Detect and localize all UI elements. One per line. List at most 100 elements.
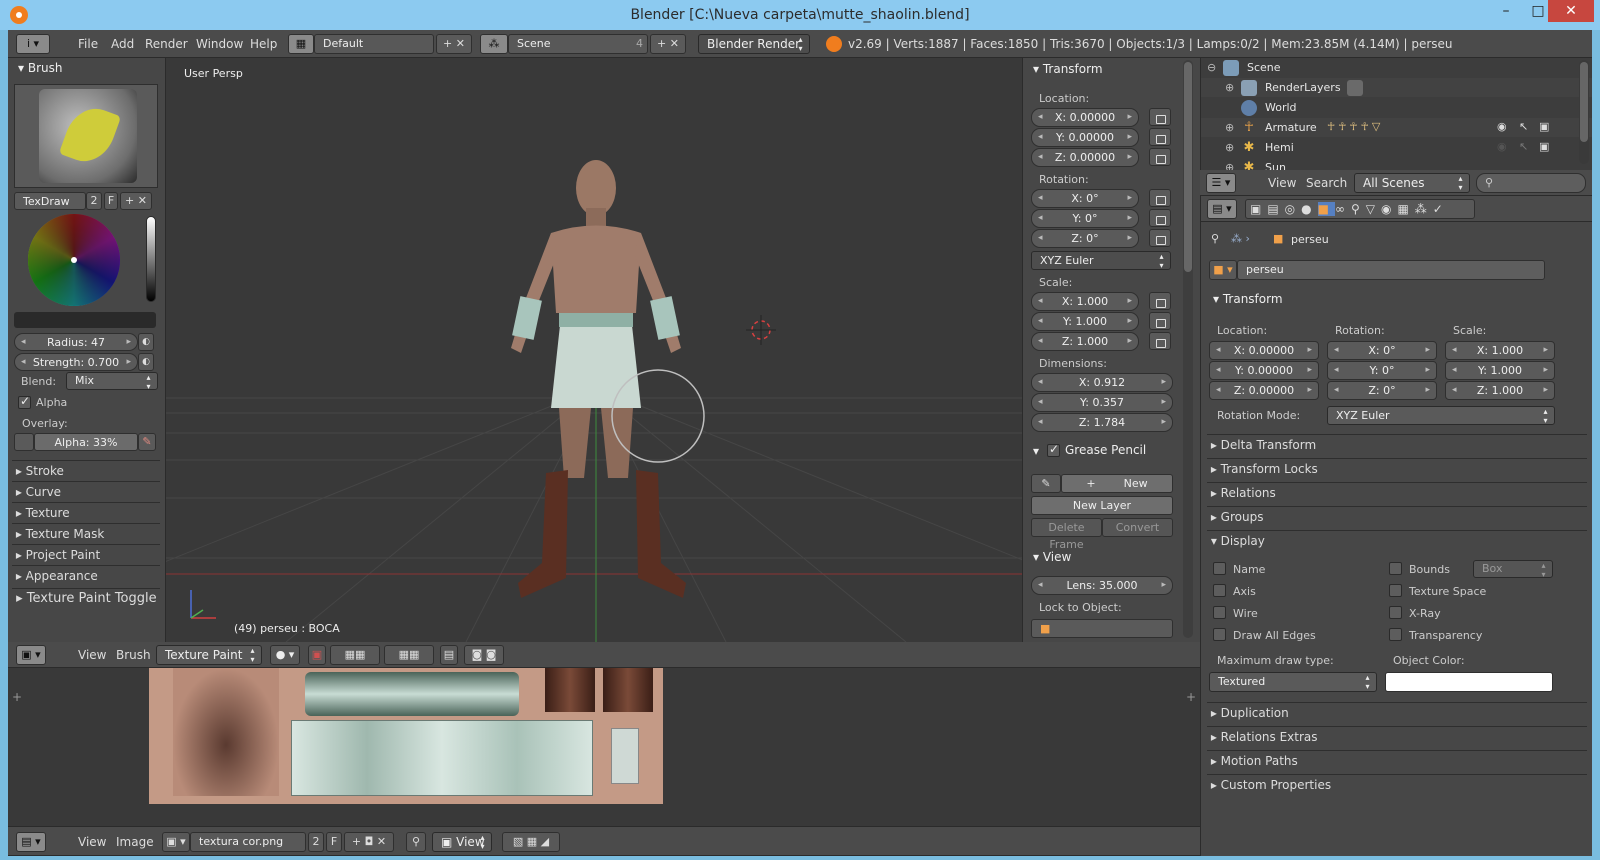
image-editor[interactable]: + + bbox=[8, 668, 1200, 826]
convert-button[interactable]: Convert bbox=[1102, 518, 1173, 537]
render-engine-dropdown[interactable]: Blender Render bbox=[698, 34, 810, 54]
value-slider[interactable] bbox=[146, 216, 156, 302]
image-right-expand-icon[interactable]: + bbox=[1186, 690, 1196, 704]
view3d-editor-type-button[interactable]: ▣ ▾ bbox=[16, 645, 46, 665]
hemi-visibility-icon[interactable]: ◉ bbox=[1497, 140, 1507, 153]
render-preview-icon[interactable]: ▤ bbox=[440, 645, 458, 665]
menu-render[interactable]: Render bbox=[145, 37, 188, 51]
image-menu-view[interactable]: View bbox=[78, 835, 106, 849]
image-editor-type-button[interactable]: ▤ ▾ bbox=[16, 832, 46, 852]
relations-section[interactable]: ▸ Relations bbox=[1207, 482, 1587, 502]
motion-paths-section[interactable]: ▸ Motion Paths bbox=[1207, 750, 1587, 770]
menu-file[interactable]: File bbox=[78, 37, 98, 51]
texture-mask-section[interactable]: ▸ Texture Mask bbox=[12, 523, 160, 543]
rotation-y-field[interactable]: Y: 0° bbox=[1327, 361, 1437, 380]
image-users-count[interactable]: 2 bbox=[308, 832, 324, 852]
properties-editor-type-button[interactable]: ▤ ▾ bbox=[1207, 199, 1237, 219]
layer-buttons-1[interactable]: ▦▦ bbox=[330, 645, 380, 665]
grease-new-button[interactable]: + New bbox=[1061, 474, 1173, 493]
hemi-select-icon[interactable]: ↖ bbox=[1519, 140, 1528, 153]
n-location-x-lock-icon[interactable] bbox=[1149, 108, 1171, 126]
display-xray-checkbox[interactable] bbox=[1389, 606, 1402, 619]
relations-extras-section[interactable]: ▸ Relations Extras bbox=[1207, 726, 1587, 746]
n-rotation-y-lock-icon[interactable] bbox=[1149, 209, 1171, 227]
outliner-search-field[interactable]: ⚲ bbox=[1476, 173, 1586, 193]
image-left-expand-icon[interactable]: + bbox=[12, 690, 22, 704]
layout-add-remove-buttons[interactable]: + ✕ bbox=[436, 34, 472, 54]
n-transform-header[interactable]: ▾ Transform bbox=[1033, 62, 1103, 76]
scale-z-field[interactable]: Z: 1.000 bbox=[1445, 381, 1555, 400]
outliner-menu-view[interactable]: View bbox=[1268, 176, 1296, 190]
radius-field[interactable]: Radius: 47 bbox=[14, 333, 138, 351]
n-location-y[interactable]: Y: 0.00000 bbox=[1031, 128, 1139, 147]
new-layer-button[interactable]: New Layer bbox=[1031, 496, 1173, 515]
groups-section[interactable]: ▸ Groups bbox=[1207, 506, 1587, 526]
n-rotation-x-lock-icon[interactable] bbox=[1149, 189, 1171, 207]
display-bounds-checkbox[interactable] bbox=[1389, 562, 1402, 575]
outliner-row-world[interactable]: World bbox=[1201, 98, 1592, 117]
scale-y-field[interactable]: Y: 1.000 bbox=[1445, 361, 1555, 380]
strength-pressure-icon[interactable]: ◐ bbox=[138, 353, 154, 371]
grease-pencil-header[interactable]: ▾ bbox=[1033, 444, 1039, 458]
n-dimensions-z[interactable]: Z: 1.784 bbox=[1031, 413, 1173, 432]
view3d-menu-view[interactable]: View bbox=[78, 648, 106, 662]
image-view-mode-dropdown[interactable]: ▣ View bbox=[432, 832, 492, 852]
n-scale-z-lock-icon[interactable] bbox=[1149, 332, 1171, 350]
outliner-row-renderlayers[interactable]: ⊕ RenderLayers bbox=[1201, 78, 1592, 97]
armature-visibility-icon[interactable]: ◉ bbox=[1497, 120, 1507, 133]
texture-section[interactable]: ▸ Texture bbox=[12, 502, 160, 522]
menu-window[interactable]: Window bbox=[196, 37, 243, 51]
properties-context-tabs[interactable]: ▣▤◎●■∞⚲▽◉▦⁂✓ bbox=[1245, 199, 1475, 219]
location-x-field[interactable]: X: 0.00000 bbox=[1209, 341, 1319, 360]
scene-type-icon[interactable]: ⁂ bbox=[480, 34, 508, 54]
display-wire-checkbox[interactable] bbox=[1213, 606, 1226, 619]
n-rotation-z-lock-icon[interactable] bbox=[1149, 229, 1171, 247]
n-rotation-y[interactable]: Y: 0° bbox=[1031, 209, 1139, 228]
display-texture-space-checkbox[interactable] bbox=[1389, 584, 1402, 597]
outliner-row-sun[interactable]: ⊕ ✱ Sun bbox=[1201, 158, 1592, 170]
image-pin-icon[interactable]: ⚲ bbox=[406, 832, 426, 852]
layout-name-field[interactable]: Default bbox=[314, 34, 434, 54]
layer-buttons-2[interactable]: ▦▦ bbox=[384, 645, 434, 665]
outliner-display-mode-dropdown[interactable]: All Scenes bbox=[1354, 173, 1470, 193]
overlay-toggle-icon[interactable] bbox=[14, 433, 34, 451]
grease-pencil-datablock-icon[interactable]: ✎ bbox=[1031, 474, 1061, 493]
n-scale-y-lock-icon[interactable] bbox=[1149, 312, 1171, 330]
outliner-row-scene[interactable]: ⊖ Scene bbox=[1201, 58, 1592, 77]
display-draw-all-edges-checkbox[interactable] bbox=[1213, 628, 1226, 641]
custom-properties-section[interactable]: ▸ Custom Properties bbox=[1207, 774, 1587, 794]
image-draw-channels-icons[interactable]: ▧ ▦ ◢ bbox=[502, 832, 560, 852]
n-rotation-x[interactable]: X: 0° bbox=[1031, 189, 1139, 208]
outliner-menu-search[interactable]: Search bbox=[1306, 176, 1347, 190]
transform-panel-header[interactable]: ▾ Transform bbox=[1213, 292, 1283, 306]
pin-icon[interactable]: ⚲ bbox=[1211, 232, 1219, 245]
n-scale-y[interactable]: Y: 1.000 bbox=[1031, 312, 1139, 331]
lock-to-object-field[interactable]: ■ bbox=[1031, 619, 1173, 638]
n-dimensions-x[interactable]: X: 0.912 bbox=[1031, 373, 1173, 392]
project-paint-section[interactable]: ▸ Project Paint bbox=[12, 544, 160, 564]
n-view-header[interactable]: ▾ View bbox=[1033, 550, 1071, 564]
rotation-mode-dropdown[interactable]: XYZ Euler bbox=[1327, 406, 1555, 425]
n-rotation-mode-dropdown[interactable]: XYZ Euler bbox=[1031, 251, 1171, 270]
duplication-section[interactable]: ▸ Duplication bbox=[1207, 702, 1587, 722]
blend-dropdown[interactable]: Mix bbox=[66, 372, 158, 391]
armature-render-icon[interactable]: ▣ bbox=[1539, 120, 1549, 133]
n-dimensions-y[interactable]: Y: 0.357 bbox=[1031, 393, 1173, 412]
viewport-3d[interactable]: User Persp (49) perseu: BOCA bbox=[166, 58, 1022, 642]
brush-add-remove-buttons[interactable]: + ✕ bbox=[120, 192, 152, 210]
rotation-x-field[interactable]: X: 0° bbox=[1327, 341, 1437, 360]
delete-frame-button[interactable]: Delete Frame bbox=[1031, 518, 1102, 551]
mode-dropdown[interactable]: Texture Paint bbox=[156, 645, 262, 665]
n-location-y-lock-icon[interactable] bbox=[1149, 128, 1171, 146]
brush-name-field[interactable]: TexDraw bbox=[14, 192, 86, 210]
color-swatch[interactable] bbox=[14, 312, 156, 328]
sun-expand-icon[interactable]: ⊕ bbox=[1225, 161, 1234, 170]
grease-pencil-checkbox[interactable] bbox=[1047, 442, 1060, 457]
image-fake-user-button[interactable]: F bbox=[326, 832, 342, 852]
n-scale-z[interactable]: Z: 1.000 bbox=[1031, 332, 1139, 351]
n-location-x[interactable]: X: 0.00000 bbox=[1031, 108, 1139, 127]
n-panel-scrollbar[interactable] bbox=[1183, 60, 1193, 638]
image-menu-image[interactable]: Image bbox=[116, 835, 154, 849]
brush-fake-user-button[interactable]: F bbox=[104, 192, 118, 210]
n-location-z[interactable]: Z: 0.00000 bbox=[1031, 148, 1139, 167]
